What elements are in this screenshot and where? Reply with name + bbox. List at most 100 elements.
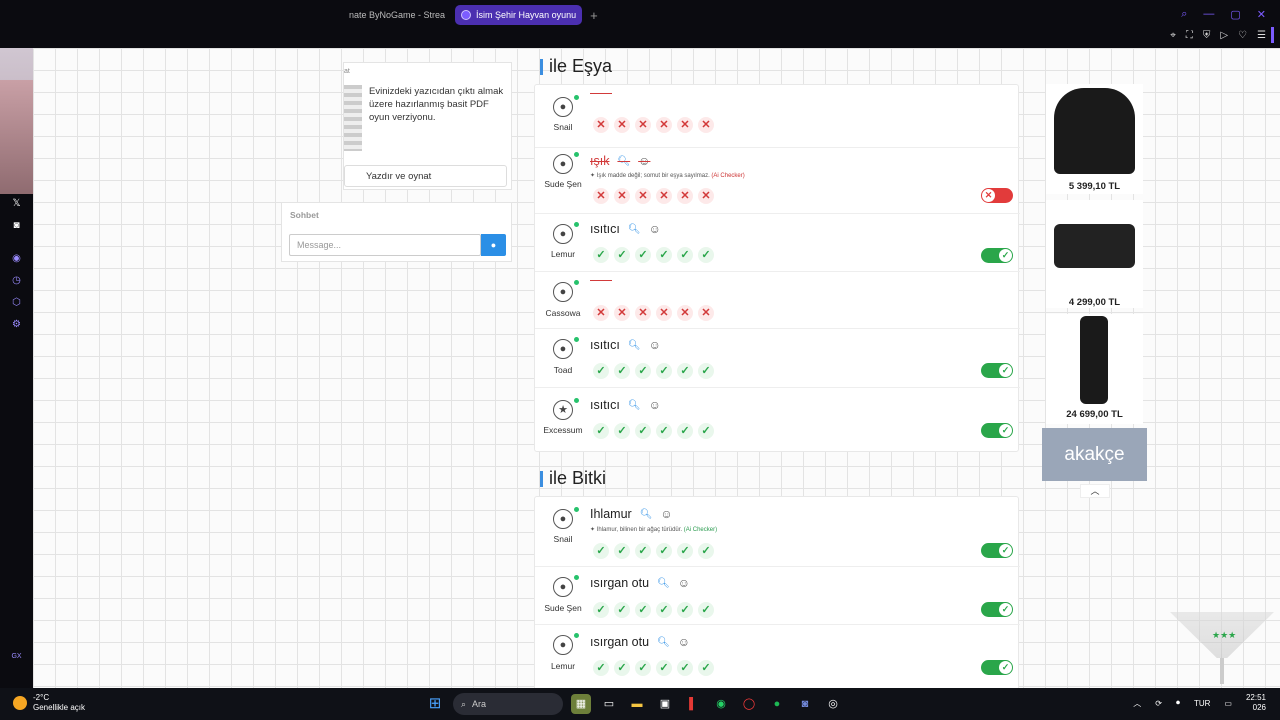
accept-toggle[interactable]: ✓ [981, 543, 1013, 558]
shield-icon[interactable]: ⛨ [1203, 30, 1211, 41]
chat-message-input[interactable]: Message... [289, 234, 481, 256]
file-explorer-icon[interactable]: ▬ [627, 694, 647, 714]
accept-icon[interactable]: ✓ [677, 543, 693, 559]
circle-icon[interactable]: ◉ [10, 252, 23, 265]
tab-stream[interactable]: nate ByNoGame - Strea [343, 5, 451, 25]
reject-icon[interactable]: ✕ [656, 305, 672, 321]
reject-icon[interactable]: ✕ [593, 305, 609, 321]
collapse-ads-button[interactable]: ︿ [1080, 484, 1110, 498]
taskbar-search[interactable]: ⌕ Ara [453, 693, 563, 715]
smiley-icon[interactable]: ☺ [678, 576, 690, 590]
accept-icon[interactable]: ✓ [614, 602, 630, 618]
accept-icon[interactable]: ✓ [635, 602, 651, 618]
accept-toggle[interactable]: ✓ [981, 363, 1013, 378]
accept-icon[interactable]: ✓ [593, 660, 609, 676]
accept-icon[interactable]: ✓ [698, 543, 714, 559]
accept-toggle[interactable]: ✓ [981, 602, 1013, 617]
discord-icon[interactable]: ◙ [10, 219, 23, 232]
pin-icon[interactable]: ⌖ [1170, 30, 1176, 41]
menu-icon[interactable]: ☰ [1257, 30, 1266, 41]
product-card[interactable]: 5 399,10 TL [1046, 84, 1143, 194]
app-thumbnail-icon[interactable]: ▦ [571, 694, 591, 714]
whatsapp-icon[interactable]: ◉ [711, 694, 731, 714]
accept-icon[interactable]: ✓ [656, 423, 672, 439]
reject-icon[interactable]: ✕ [656, 188, 672, 204]
reject-icon[interactable]: ✕ [698, 188, 714, 204]
app-circle-icon[interactable]: ◎ [823, 694, 843, 714]
new-tab-button[interactable]: + [586, 8, 602, 23]
accept-icon[interactable]: ✓ [677, 660, 693, 676]
accept-icon[interactable]: ✓ [635, 423, 651, 439]
spotify-icon[interactable]: ● [767, 694, 787, 714]
reject-icon[interactable]: ✕ [614, 305, 630, 321]
reject-icon[interactable]: ✕ [593, 117, 609, 133]
send-message-button[interactable]: ● [481, 234, 506, 256]
search-icon[interactable]: 🔍︎ [628, 224, 641, 235]
chevron-up-icon[interactable]: ︿ [1133, 698, 1141, 709]
accept-toggle[interactable]: ✓ [981, 660, 1013, 675]
accept-icon[interactable]: ✓ [593, 247, 609, 263]
reject-icon[interactable]: ✕ [656, 117, 672, 133]
reject-icon[interactable]: ✕ [698, 305, 714, 321]
accept-icon[interactable]: ✓ [656, 363, 672, 379]
accept-icon[interactable]: ✓ [593, 363, 609, 379]
search-icon[interactable]: ⌕ [1181, 8, 1187, 21]
windows-start-icon[interactable]: ⊞ [425, 694, 445, 714]
reject-icon[interactable]: ✕ [677, 117, 693, 133]
accept-icon[interactable]: ✓ [635, 543, 651, 559]
language-indicator[interactable]: TUR [1194, 699, 1210, 708]
accept-icon[interactable]: ✓ [635, 660, 651, 676]
smiley-icon[interactable]: ☺ [678, 635, 690, 649]
network-icon[interactable]: ⟳ [1155, 699, 1162, 708]
mic-icon[interactable]: ⏺ [1176, 698, 1180, 708]
accept-icon[interactable]: ✓ [677, 602, 693, 618]
reject-icon[interactable]: ✕ [614, 117, 630, 133]
accept-icon[interactable]: ✓ [614, 423, 630, 439]
accept-icon[interactable]: ✓ [614, 660, 630, 676]
accept-icon[interactable]: ✓ [698, 660, 714, 676]
x-icon[interactable]: 𝕏 [10, 197, 23, 210]
akakce-logo[interactable]: akakçe [1042, 428, 1147, 481]
monitor-icon[interactable]: ▭ [1224, 699, 1232, 708]
search-icon[interactable]: 🔍︎ [657, 637, 670, 648]
reject-icon[interactable]: ✕ [593, 188, 609, 204]
accept-icon[interactable]: ✓ [635, 247, 651, 263]
crop-icon[interactable]: ⛶ [1186, 30, 1193, 41]
play-icon[interactable]: ▷ [1220, 30, 1228, 41]
smiley-icon[interactable]: ☺ [649, 222, 661, 236]
search-icon[interactable]: 🔍︎ [628, 400, 641, 411]
maximize-icon[interactable]: ▢ [1230, 8, 1240, 21]
reject-icon[interactable]: ✕ [635, 305, 651, 321]
search-icon[interactable]: 🔍︎ [617, 156, 630, 167]
accept-icon[interactable]: ✓ [593, 423, 609, 439]
reject-icon[interactable]: ✕ [677, 188, 693, 204]
accept-icon[interactable]: ✓ [614, 543, 630, 559]
accept-icon[interactable]: ✓ [698, 247, 714, 263]
accept-icon[interactable]: ✓ [593, 602, 609, 618]
heart-icon[interactable]: ♡ [1238, 30, 1247, 41]
accept-icon[interactable]: ✓ [656, 543, 672, 559]
accept-toggle[interactable]: ✕ [981, 188, 1013, 203]
opera-gx-icon[interactable]: ◯ [739, 694, 759, 714]
accept-icon[interactable]: ✓ [656, 602, 672, 618]
accept-icon[interactable]: ✓ [635, 363, 651, 379]
accept-icon[interactable]: ✓ [593, 543, 609, 559]
accept-icon[interactable]: ✓ [614, 247, 630, 263]
task-view-icon[interactable]: ▭ [599, 694, 619, 714]
smiley-icon[interactable]: ☺ [649, 338, 661, 352]
accept-icon[interactable]: ✓ [698, 363, 714, 379]
accept-icon[interactable]: ✓ [677, 423, 693, 439]
accept-icon[interactable]: ✓ [614, 363, 630, 379]
reject-icon[interactable]: ✕ [614, 188, 630, 204]
accept-icon[interactable]: ✓ [656, 660, 672, 676]
smiley-icon[interactable]: ☺ [660, 507, 672, 521]
gear-icon[interactable]: ⚙ [10, 318, 23, 331]
product-card[interactable]: 24 699,00 TL [1046, 314, 1143, 424]
discord-icon[interactable]: ◙ [795, 694, 815, 714]
accept-icon[interactable]: ✓ [698, 423, 714, 439]
tab-game[interactable]: İsim Şehir Hayvan oyunu [455, 5, 583, 25]
smiley-icon[interactable]: ☺ [649, 398, 661, 412]
print-and-play-button[interactable]: Yazdır ve oynat [344, 165, 507, 187]
reject-icon[interactable]: ✕ [698, 117, 714, 133]
store-icon[interactable]: ▣ [655, 694, 675, 714]
